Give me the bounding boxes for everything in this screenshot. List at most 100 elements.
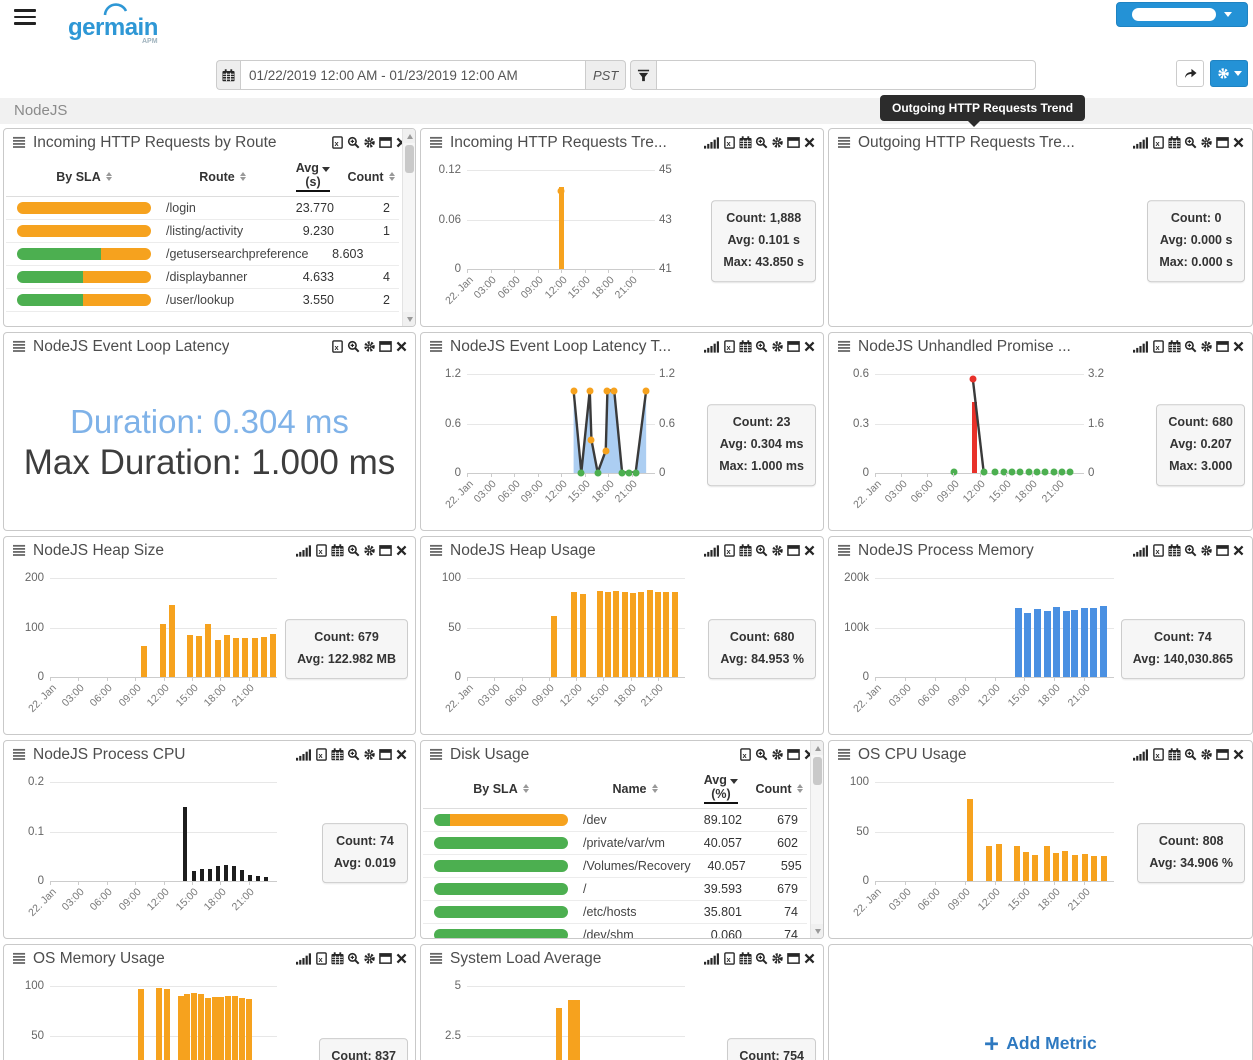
column-header-by-sla[interactable]: By SLA xyxy=(6,170,162,184)
window-icon[interactable] xyxy=(379,952,392,965)
calendar-icon[interactable] xyxy=(331,952,344,965)
signal-icon[interactable] xyxy=(1133,544,1149,557)
list-icon[interactable] xyxy=(838,544,851,557)
filter-addon[interactable] xyxy=(630,60,656,90)
column-header-name[interactable]: Name xyxy=(579,782,691,796)
filter-input[interactable] xyxy=(656,60,1036,90)
column-header-count[interactable]: Count xyxy=(343,170,399,184)
date-range-input[interactable] xyxy=(240,60,586,90)
list-icon[interactable] xyxy=(13,544,26,557)
scrollbar[interactable] xyxy=(810,741,823,938)
window-icon[interactable] xyxy=(1216,136,1229,149)
calendar-icon[interactable] xyxy=(739,952,752,965)
calendar-icon[interactable] xyxy=(331,544,344,557)
column-header-avg[interactable]: Avg (%) xyxy=(691,773,751,804)
close-icon[interactable] xyxy=(1232,340,1245,353)
window-icon[interactable] xyxy=(1216,544,1229,557)
excel-icon[interactable] xyxy=(1152,544,1165,557)
excel-icon[interactable] xyxy=(1152,136,1165,149)
signal-icon[interactable] xyxy=(1133,136,1149,149)
signal-icon[interactable] xyxy=(704,136,720,149)
gear-icon[interactable] xyxy=(363,748,376,761)
zoom-icon[interactable] xyxy=(1184,748,1197,761)
window-icon[interactable] xyxy=(1216,340,1229,353)
close-icon[interactable] xyxy=(395,544,408,557)
list-icon[interactable] xyxy=(430,544,443,557)
calendar-icon[interactable] xyxy=(1168,340,1181,353)
calendar-icon[interactable] xyxy=(1168,544,1181,557)
scrollbar[interactable] xyxy=(402,129,415,326)
zoom-icon[interactable] xyxy=(347,544,360,557)
settings-dropdown-button[interactable] xyxy=(1210,60,1248,87)
gear-icon[interactable] xyxy=(363,136,376,149)
list-icon[interactable] xyxy=(13,952,26,965)
zoom-icon[interactable] xyxy=(755,136,768,149)
gear-icon[interactable] xyxy=(1200,136,1213,149)
close-icon[interactable] xyxy=(803,136,816,149)
excel-icon[interactable] xyxy=(739,748,752,761)
calendar-icon[interactable] xyxy=(1168,748,1181,761)
zoom-icon[interactable] xyxy=(1184,136,1197,149)
zoom-icon[interactable] xyxy=(755,544,768,557)
close-icon[interactable] xyxy=(395,952,408,965)
window-icon[interactable] xyxy=(787,136,800,149)
list-icon[interactable] xyxy=(13,748,26,761)
add-metric-button[interactable]: Add Metric xyxy=(829,945,1252,1060)
close-icon[interactable] xyxy=(803,952,816,965)
signal-icon[interactable] xyxy=(1133,340,1149,353)
list-icon[interactable] xyxy=(838,748,851,761)
signal-icon[interactable] xyxy=(1133,748,1149,761)
excel-icon[interactable] xyxy=(723,136,736,149)
excel-icon[interactable] xyxy=(331,136,344,149)
list-icon[interactable] xyxy=(430,136,443,149)
column-header-avg-s[interactable]: Avg (s) xyxy=(283,161,343,192)
scroll-up-arrow[interactable] xyxy=(811,741,824,755)
hamburger-menu-icon[interactable] xyxy=(14,9,36,25)
zoom-icon[interactable] xyxy=(1184,544,1197,557)
window-icon[interactable] xyxy=(1216,748,1229,761)
zoom-icon[interactable] xyxy=(347,748,360,761)
signal-icon[interactable] xyxy=(704,340,720,353)
close-icon[interactable] xyxy=(395,340,408,353)
excel-icon[interactable] xyxy=(723,340,736,353)
window-icon[interactable] xyxy=(379,136,392,149)
calendar-addon[interactable] xyxy=(216,60,240,90)
window-icon[interactable] xyxy=(787,748,800,761)
user-menu-button[interactable] xyxy=(1116,2,1248,27)
close-icon[interactable] xyxy=(803,340,816,353)
zoom-icon[interactable] xyxy=(1184,340,1197,353)
list-icon[interactable] xyxy=(430,340,443,353)
gear-icon[interactable] xyxy=(771,340,784,353)
close-icon[interactable] xyxy=(1232,748,1245,761)
close-icon[interactable] xyxy=(395,748,408,761)
window-icon[interactable] xyxy=(379,748,392,761)
window-icon[interactable] xyxy=(787,340,800,353)
scroll-thumb[interactable] xyxy=(405,145,414,173)
zoom-icon[interactable] xyxy=(347,340,360,353)
excel-icon[interactable] xyxy=(1152,340,1165,353)
excel-icon[interactable] xyxy=(315,544,328,557)
gear-icon[interactable] xyxy=(363,544,376,557)
list-icon[interactable] xyxy=(838,136,851,149)
zoom-icon[interactable] xyxy=(347,952,360,965)
list-icon[interactable] xyxy=(430,952,443,965)
zoom-icon[interactable] xyxy=(755,340,768,353)
list-icon[interactable] xyxy=(838,340,851,353)
list-icon[interactable] xyxy=(430,748,443,761)
zoom-icon[interactable] xyxy=(347,136,360,149)
close-icon[interactable] xyxy=(1232,544,1245,557)
signal-icon[interactable] xyxy=(296,952,312,965)
gear-icon[interactable] xyxy=(771,748,784,761)
share-button[interactable] xyxy=(1176,60,1204,87)
calendar-icon[interactable] xyxy=(739,340,752,353)
zoom-icon[interactable] xyxy=(755,748,768,761)
gear-icon[interactable] xyxy=(1200,748,1213,761)
excel-icon[interactable] xyxy=(723,544,736,557)
excel-icon[interactable] xyxy=(331,340,344,353)
column-header-route[interactable]: Route xyxy=(162,170,283,184)
excel-icon[interactable] xyxy=(315,952,328,965)
gear-icon[interactable] xyxy=(363,340,376,353)
plus-icon[interactable] xyxy=(984,1036,999,1051)
calendar-icon[interactable] xyxy=(1168,136,1181,149)
window-icon[interactable] xyxy=(787,544,800,557)
